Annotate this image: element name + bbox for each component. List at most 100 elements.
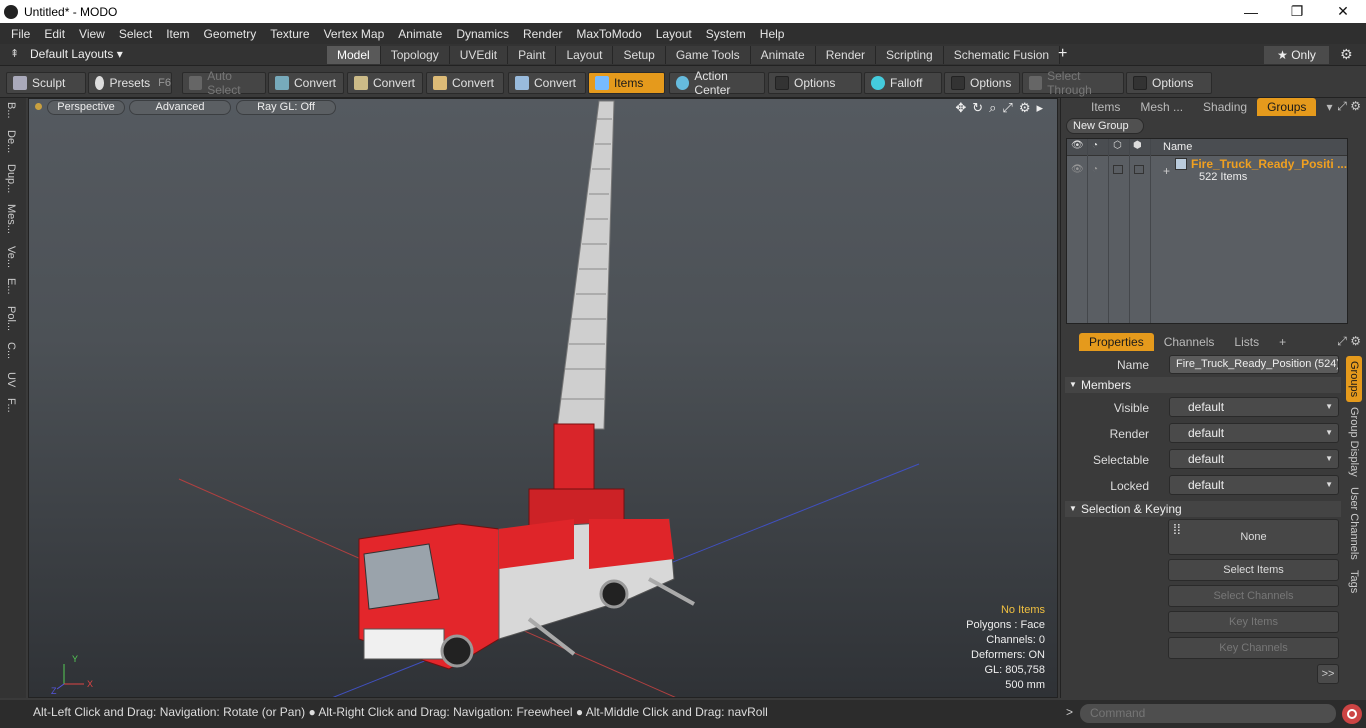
properties-expand-icon[interactable]: ⤢ ⚙ [1337, 334, 1361, 349]
items-mode-button[interactable]: Items [588, 72, 665, 94]
select-items-button[interactable]: Select Items [1168, 559, 1339, 581]
add-tab-icon[interactable]: + [1058, 45, 1067, 63]
tab-shading[interactable]: Shading [1193, 98, 1257, 116]
menu-select[interactable]: Select [112, 27, 159, 41]
side-tab-tags[interactable]: Tags [1346, 565, 1362, 598]
menu-dynamics[interactable]: Dynamics [449, 27, 516, 41]
fit-icon[interactable]: ⤢ [1002, 100, 1012, 116]
menu-view[interactable]: View [72, 27, 112, 41]
group-name-field[interactable]: Fire_Truck_Ready_Position (524) [1169, 355, 1339, 374]
side-tab-group-display[interactable]: Group Display [1346, 402, 1362, 482]
select-channels-button[interactable]: Select Channels [1168, 585, 1339, 607]
command-history-icon[interactable] [1342, 704, 1362, 724]
tab-uvedit[interactable]: UVEdit [449, 46, 509, 64]
none-selection-button[interactable]: ⁞⁞ None [1168, 519, 1339, 555]
menu-layout[interactable]: Layout [649, 27, 699, 41]
tab-layout[interactable]: Layout [556, 46, 614, 64]
advanced-dropdown[interactable]: Advanced [129, 100, 231, 115]
auto-select-button[interactable]: Auto Select [182, 69, 266, 97]
rotate-icon[interactable]: ↻ [972, 100, 983, 116]
menu-edit[interactable]: Edit [37, 27, 72, 41]
name-column-header[interactable]: Name [1163, 141, 1192, 153]
group-expand-icon[interactable]: + [1163, 164, 1170, 178]
menu-item[interactable]: Item [159, 27, 196, 41]
side-tab-user-channels[interactable]: User Channels [1346, 482, 1362, 565]
key-items-button[interactable]: Key Items [1168, 611, 1339, 633]
render-column-icon[interactable]: ◔ [1092, 140, 1098, 151]
strip-tab-duplicate[interactable]: Dup... [5, 164, 17, 193]
convert-button-1[interactable]: Convert [268, 72, 344, 94]
3d-viewport[interactable]: Y X Z Perspective Advanced Ray GL: Off ✥… [28, 98, 1058, 698]
strip-tab-uv[interactable]: UV [5, 372, 17, 387]
menu-animate[interactable]: Animate [391, 27, 449, 41]
strip-tab-basic[interactable]: B... [5, 102, 17, 119]
menu-maxtomodo[interactable]: MaxToModo [569, 27, 648, 41]
locked-column-icon[interactable]: ⬢ [1133, 140, 1142, 151]
tab-setup[interactable]: Setup [613, 46, 666, 64]
tab-channels[interactable]: Channels [1154, 333, 1225, 351]
tab-topology[interactable]: Topology [380, 46, 450, 64]
menu-texture[interactable]: Texture [263, 27, 316, 41]
default-layouts-dropdown[interactable]: Default Layouts ▾ [30, 47, 123, 61]
zoom-icon[interactable]: ⌕ [989, 100, 996, 116]
action-center-options-button[interactable]: Options [768, 72, 862, 94]
convert-button-2[interactable]: Convert [347, 72, 423, 94]
locked-dropdown[interactable]: default [1169, 475, 1339, 495]
strip-tab-deform[interactable]: De... [5, 130, 17, 153]
presets-button[interactable]: Presets F6 [88, 72, 172, 94]
tab-items[interactable]: Items [1061, 98, 1130, 116]
raygl-toggle[interactable]: Ray GL: Off [236, 100, 336, 115]
action-center-button[interactable]: Action Center [669, 69, 765, 97]
menu-geometry[interactable]: Geometry [197, 27, 264, 41]
strip-tab-mesh[interactable]: Mes... [5, 204, 17, 234]
groups-panel-expand-icon[interactable]: ⤢ ⚙ [1337, 99, 1361, 114]
members-section[interactable]: Members [1065, 377, 1341, 393]
tab-animate[interactable]: Animate [750, 46, 816, 64]
menu-file[interactable]: File [4, 27, 37, 41]
key-channels-button[interactable]: Key Channels [1168, 637, 1339, 659]
close-button[interactable]: ✕ [1320, 0, 1366, 23]
selection-keying-section[interactable]: Selection & Keying [1065, 501, 1341, 517]
sculpt-button[interactable]: Sculpt [6, 72, 86, 94]
select-through-options-button[interactable]: Options [1126, 72, 1212, 94]
menu-vertex-map[interactable]: Vertex Map [317, 27, 392, 41]
selectable-dropdown[interactable]: default [1169, 449, 1339, 469]
group-row[interactable]: 👁 ◔ + Fire_Truck_Ready_Positi ... 522 It… [1067, 156, 1347, 186]
group-selectable-checkbox[interactable] [1113, 165, 1123, 174]
tab-groups[interactable]: Groups [1257, 98, 1317, 116]
new-group-button[interactable]: New Group [1066, 118, 1144, 134]
tab-lists[interactable]: Lists [1224, 333, 1269, 351]
visible-dropdown[interactable]: default [1169, 397, 1339, 417]
group-visible-eye-icon[interactable]: 👁 [1071, 164, 1084, 175]
perspective-dropdown[interactable]: Perspective [47, 100, 125, 115]
tab-paint[interactable]: Paint [508, 46, 557, 64]
only-toggle[interactable]: ★ Only [1264, 46, 1329, 64]
selectable-column-icon[interactable]: ⬡ [1113, 140, 1122, 151]
convert-button-3[interactable]: Convert [426, 72, 504, 94]
pan-icon[interactable]: ✥ [955, 100, 966, 116]
strip-tab-polygon[interactable]: Pol... [5, 306, 17, 331]
menu-system[interactable]: System [699, 27, 753, 41]
falloff-button[interactable]: Falloff [864, 72, 942, 94]
strip-tab-fusion[interactable]: F... [5, 398, 17, 413]
tab-mesh[interactable]: Mesh ... [1130, 98, 1193, 116]
render-dropdown[interactable]: default [1169, 423, 1339, 443]
tab-scripting[interactable]: Scripting [876, 46, 944, 64]
visibility-column-eye-icon[interactable]: 👁 [1071, 140, 1084, 151]
minimize-button[interactable]: — [1228, 0, 1274, 23]
strip-tab-curve[interactable]: C... [5, 342, 17, 359]
group-name[interactable]: Fire_Truck_Ready_Positi ... [1191, 157, 1347, 171]
menu-render[interactable]: Render [516, 27, 569, 41]
viewport-menu-arrow-icon[interactable]: ▸ [1036, 100, 1043, 116]
falloff-options-button[interactable]: Options [944, 72, 1020, 94]
tab-model[interactable]: Model [327, 46, 381, 64]
add-props-tab-icon[interactable]: + [1269, 333, 1296, 351]
restore-button[interactable]: ❐ [1274, 0, 1320, 23]
more-button[interactable]: >> [1317, 664, 1339, 684]
group-render-icon[interactable]: ◔ [1092, 164, 1098, 175]
viewport-settings-gear-icon[interactable]: ⚙ [1019, 100, 1031, 116]
tab-render[interactable]: Render [815, 46, 877, 64]
strip-tab-edge[interactable]: E... [5, 278, 17, 295]
convert-button-4[interactable]: Convert [508, 72, 586, 94]
tab-game-tools[interactable]: Game Tools [665, 46, 751, 64]
